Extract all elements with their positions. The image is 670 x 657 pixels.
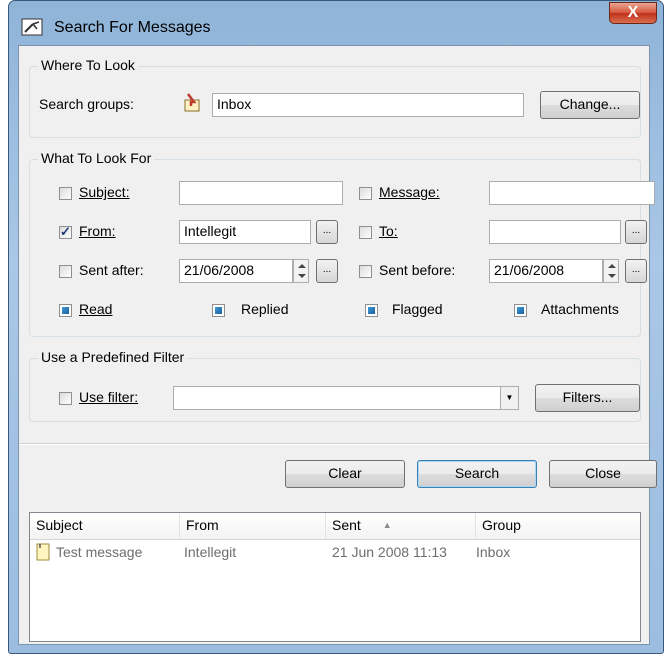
from-checkbox[interactable] [59, 224, 72, 240]
sort-ascending-icon: ▲ [382, 520, 392, 530]
window-title: Search For Messages [54, 19, 211, 36]
attachments-label: Attachments [541, 301, 619, 317]
filters-button[interactable]: Filters... [535, 384, 640, 412]
results-list[interactable]: Subject From Sent ▲ Group Test message I… [29, 512, 641, 642]
to-checkbox[interactable] [359, 226, 372, 239]
to-field[interactable] [489, 220, 621, 244]
message-checkbox[interactable] [359, 187, 372, 200]
column-from[interactable]: From [180, 513, 326, 539]
title-bar[interactable]: Search For Messages X [9, 1, 663, 45]
use-filter-label: Use filter: [79, 389, 139, 405]
clear-button[interactable]: Clear [285, 460, 405, 488]
subject-field[interactable] [179, 181, 343, 205]
sent-before-label: Sent before: [379, 262, 456, 278]
sent-after-checkbox[interactable] [59, 265, 72, 278]
search-groups-label: Search groups: [39, 96, 134, 112]
from-browse-button[interactable]: ... [316, 220, 338, 244]
subject-checkbox[interactable] [59, 187, 72, 200]
chevron-down-icon[interactable]: ▼ [500, 387, 518, 409]
replied-checkbox[interactable] [212, 304, 225, 317]
row-sent: 21 Jun 2008 11:13 [332, 544, 447, 560]
subject-label: Subject: [79, 184, 130, 200]
filter-select[interactable]: ▼ [173, 386, 519, 410]
close-button[interactable]: Close [549, 460, 657, 488]
row-from: Intellegit [184, 544, 237, 560]
from-field[interactable]: Intellegit [179, 220, 311, 244]
sent-after-date-field[interactable]: 21/06/2008 [179, 259, 293, 283]
sent-after-label: Sent after: [79, 262, 144, 278]
message-field[interactable] [489, 181, 655, 205]
inbox-folder-icon [184, 93, 200, 112]
message-icon [36, 543, 50, 561]
separator [19, 443, 649, 445]
where-to-look-title: Where To Look [38, 57, 138, 73]
sent-before-checkbox[interactable] [359, 265, 372, 278]
column-group[interactable]: Group [476, 513, 640, 539]
flagged-checkbox[interactable] [365, 304, 378, 317]
read-checkbox[interactable] [59, 304, 72, 317]
predefined-filter-title: Use a Predefined Filter [38, 349, 188, 365]
to-label: To: [379, 223, 398, 239]
search-groups-field[interactable]: Inbox [212, 93, 524, 117]
close-icon: X [627, 4, 639, 21]
change-button[interactable]: Change... [540, 91, 640, 119]
sent-before-spinner[interactable] [603, 259, 619, 283]
replied-label: Replied [241, 301, 289, 317]
search-button[interactable]: Search [417, 460, 537, 488]
message-label: Message: [379, 184, 440, 200]
dialog-client-area: Where To Look Search groups: Inbox Chang… [18, 45, 657, 645]
search-dialog-window: Search For Messages X Where To Look Sear… [8, 0, 664, 654]
row-subject: Test message [56, 544, 143, 560]
sent-before-browse-button[interactable]: ... [625, 259, 647, 283]
sent-after-spinner[interactable] [293, 259, 309, 283]
column-sent[interactable]: Sent ▲ [326, 513, 476, 539]
close-window-button[interactable]: X [609, 2, 657, 24]
row-group: Inbox [476, 544, 511, 560]
what-to-look-for-title: What To Look For [38, 150, 155, 166]
table-row[interactable]: Test message Intellegit 21 Jun 2008 11:1… [30, 541, 640, 563]
sent-after-browse-button[interactable]: ... [316, 259, 338, 283]
sent-before-date-field[interactable]: 21/06/2008 [489, 259, 603, 283]
to-browse-button[interactable]: ... [625, 220, 647, 244]
attachments-checkbox[interactable] [514, 304, 527, 317]
read-label: Read [79, 301, 113, 317]
column-subject[interactable]: Subject [30, 513, 180, 539]
flagged-label: Flagged [392, 301, 443, 317]
search-messages-icon [21, 18, 43, 36]
use-filter-checkbox[interactable] [59, 392, 72, 405]
results-header: Subject From Sent ▲ Group [30, 513, 640, 540]
from-label: From: [79, 223, 116, 239]
column-sent-label: Sent [332, 517, 361, 533]
